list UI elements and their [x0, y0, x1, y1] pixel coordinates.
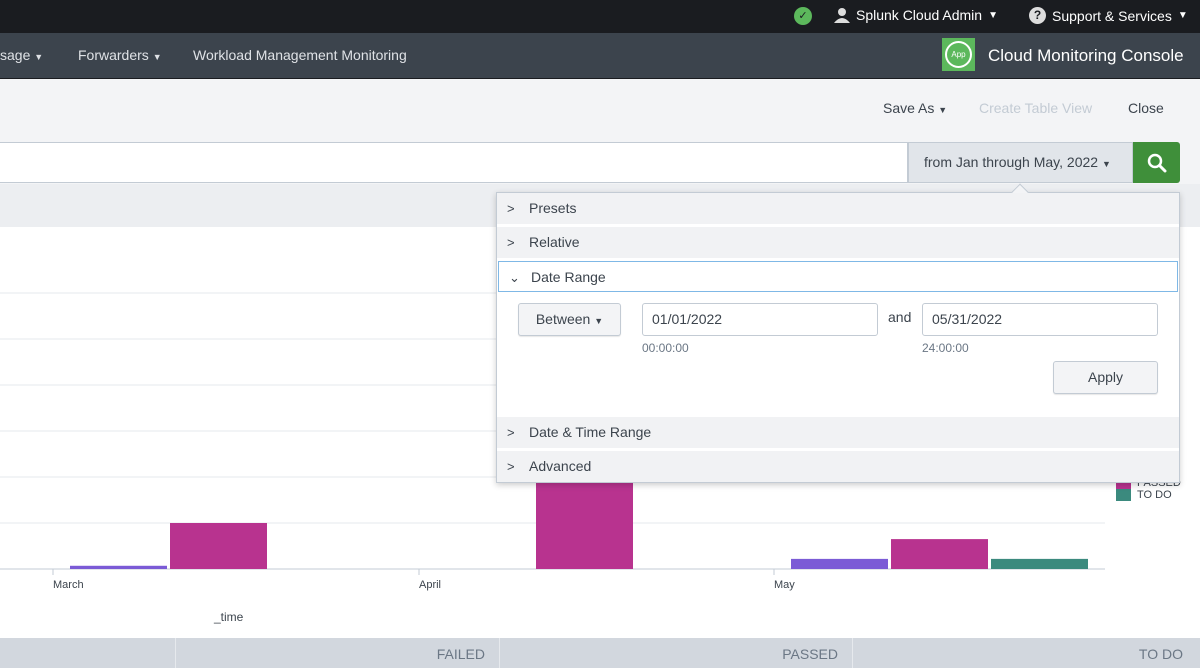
nav-workload-management[interactable]: Workload Management Monitoring: [193, 47, 407, 63]
section-label: Date & Time Range: [529, 424, 652, 440]
section-label: Advanced: [529, 458, 592, 474]
health-status[interactable]: ✓: [794, 7, 812, 25]
section-date-time-range[interactable]: > Date & Time Range: [497, 417, 1179, 448]
bar-passed: [170, 523, 267, 569]
support-label: Support & Services: [1052, 7, 1172, 24]
range-mode-label: Between: [535, 311, 591, 327]
caret-down-icon: ▼: [152, 52, 162, 62]
time-range-picker[interactable]: from Jan through May, 2022 ▼: [908, 142, 1133, 183]
search-icon: [1147, 153, 1166, 172]
nav-label: Forwarders: [78, 47, 149, 63]
caret-down-icon: ▼: [1177, 10, 1188, 21]
caret-down-icon: ▼: [988, 9, 998, 21]
legend-swatch: [1116, 489, 1131, 501]
chevron-right-icon: >: [507, 459, 515, 474]
app-bar: sage ▼ Forwarders ▼ Workload Management …: [0, 33, 1200, 79]
section-label: Presets: [529, 200, 577, 216]
top-bar: ✓ Splunk Cloud Admin ▼ ? Support & Servic…: [0, 0, 1200, 33]
nav-usage[interactable]: sage ▼: [0, 47, 43, 63]
bar-failed: [791, 558, 888, 569]
caret-down-icon: ▼: [34, 52, 44, 62]
x-tick-label: May: [774, 579, 795, 591]
start-date-input[interactable]: 01/01/2022: [642, 303, 878, 336]
user-menu[interactable]: Splunk Cloud Admin ▼: [834, 7, 998, 23]
search-header: Save As ▼ Create Table View Close: [0, 79, 1200, 141]
section-relative[interactable]: > Relative: [497, 227, 1179, 258]
app-logo-text: App: [945, 41, 972, 68]
bar-passed: [891, 539, 988, 569]
app-title[interactable]: Cloud Monitoring Console: [988, 46, 1184, 66]
caret-down-icon: ▼: [594, 316, 604, 326]
user-name: Splunk Cloud Admin: [856, 7, 983, 23]
support-menu[interactable]: ? Support & Services ▼: [1029, 7, 1188, 24]
section-presets[interactable]: > Presets: [497, 193, 1179, 224]
search-button[interactable]: [1133, 142, 1180, 183]
help-icon: ?: [1029, 7, 1046, 24]
chevron-right-icon: >: [507, 425, 515, 440]
section-label: Relative: [529, 234, 580, 250]
chevron-right-icon: >: [507, 201, 515, 216]
chevron-down-icon: ⌄: [509, 270, 520, 285]
time-range-label: from Jan through May, 2022: [924, 154, 1099, 170]
section-advanced[interactable]: > Advanced: [497, 451, 1179, 482]
legend-label: TO DO: [1137, 489, 1172, 501]
chevron-right-icon: >: [507, 235, 515, 250]
end-time: 24:00:00: [922, 341, 969, 355]
search-input[interactable]: [0, 142, 908, 183]
check-circle-icon: ✓: [794, 7, 812, 25]
start-time: 00:00:00: [642, 341, 689, 355]
column-header-passed[interactable]: PASSED: [499, 638, 852, 668]
create-table-view-button[interactable]: Create Table View: [979, 100, 1092, 116]
close-button[interactable]: Close: [1128, 100, 1164, 116]
nav-forwarders[interactable]: Forwarders ▼: [78, 47, 162, 63]
and-label: and: [888, 309, 912, 325]
bar-failed: [70, 565, 167, 569]
nav-label: Workload Management Monitoring: [193, 47, 407, 63]
x-tick-label: April: [419, 579, 441, 591]
caret-down-icon: ▼: [1101, 159, 1111, 169]
save-as-label: Save As: [883, 100, 935, 116]
nav-label: sage: [0, 47, 31, 63]
time-picker-dropdown: > Presets > Relative ⌄ Date Range Between ▼…: [496, 183, 1180, 483]
range-mode-select[interactable]: Between ▼: [518, 303, 621, 336]
save-as-button[interactable]: Save As ▼: [883, 100, 947, 116]
caret-down-icon: ▼: [938, 105, 948, 115]
column-header-failed[interactable]: FAILED: [175, 638, 499, 668]
section-date-range[interactable]: ⌄ Date Range: [498, 261, 1178, 292]
x-axis-label: _time: [214, 610, 244, 624]
app-logo: App: [942, 38, 975, 71]
table-header: FAILED PASSED TO DO: [0, 638, 1200, 668]
user-icon: [834, 8, 850, 23]
column-header[interactable]: [0, 638, 175, 668]
section-label: Date Range: [531, 269, 606, 285]
column-header-todo[interactable]: TO DO: [852, 638, 1200, 668]
bar-to-do: [991, 558, 1088, 569]
legend-item-todo[interactable]: TO DO: [1116, 489, 1172, 501]
end-date-input[interactable]: 05/31/2022: [922, 303, 1158, 336]
apply-button[interactable]: Apply: [1053, 361, 1158, 394]
x-tick-label: March: [53, 579, 84, 591]
